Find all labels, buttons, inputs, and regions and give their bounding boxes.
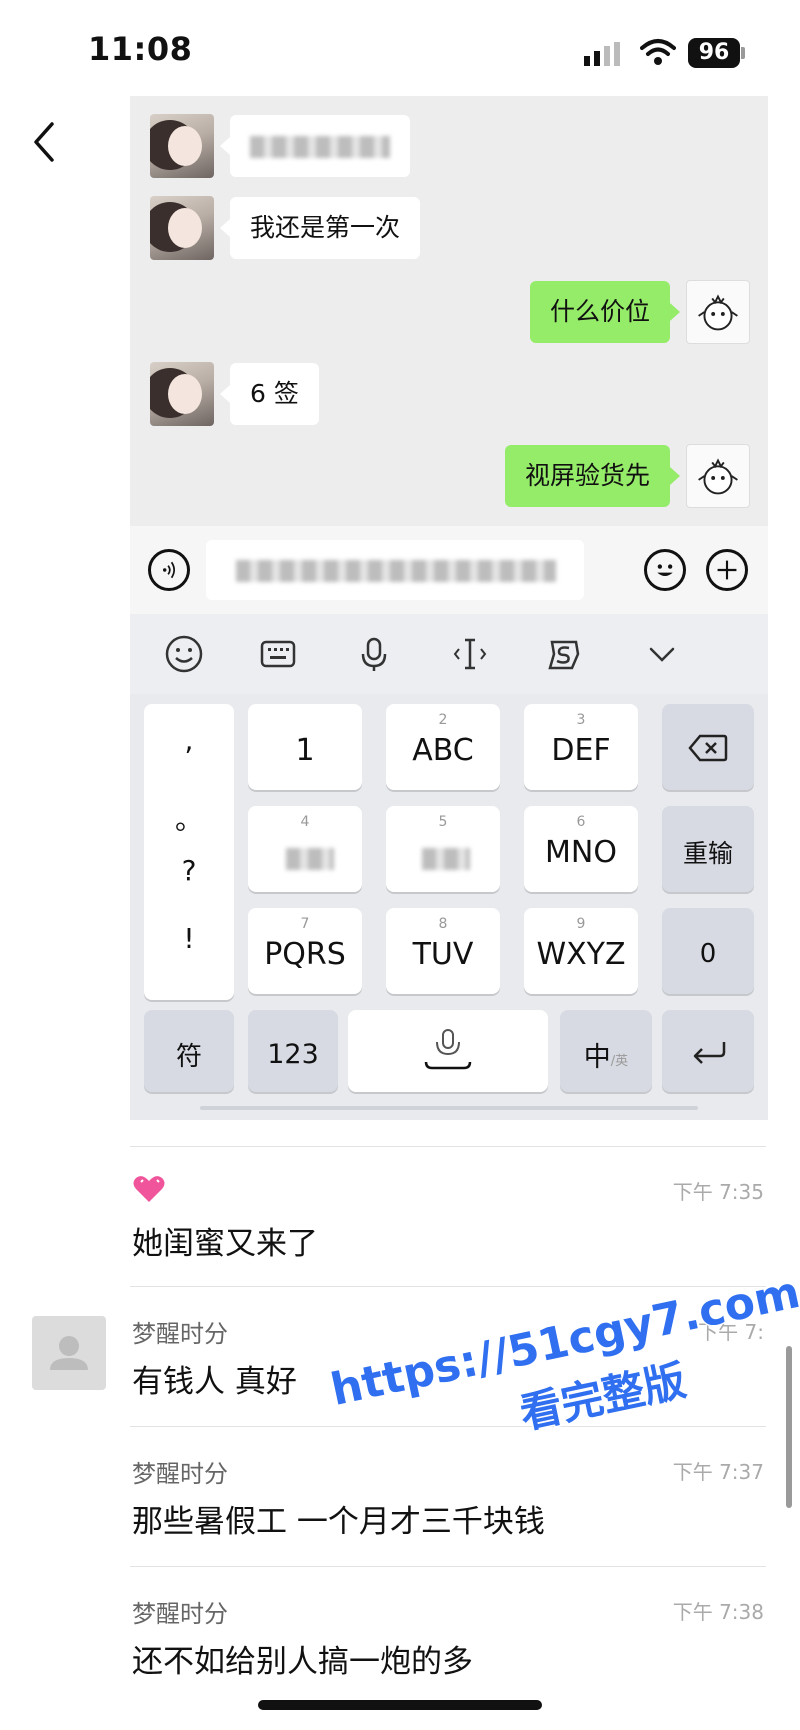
comment-username[interactable]: 梦醒时分 <box>132 1454 228 1489</box>
reenter-key[interactable]: 重输 <box>662 806 754 892</box>
sogou-icon[interactable] <box>544 634 584 674</box>
user-silhouette-icon <box>50 1336 88 1370</box>
signal-icon <box>584 42 620 66</box>
blurred-text <box>286 848 334 870</box>
chat-bubble: 我还是第一次 <box>219 197 421 259</box>
chat-bubble-blurred <box>220 115 410 177</box>
blurred-text <box>422 848 470 870</box>
back-icon[interactable] <box>26 118 62 166</box>
comment-time: 下午 7:37 <box>672 1460 764 1484</box>
keyboard-icon[interactable] <box>258 634 298 674</box>
chat-message-left <box>150 114 410 178</box>
key-8-tuv[interactable]: 8 TUV <box>386 908 500 994</box>
microphone-icon[interactable] <box>354 634 394 674</box>
key-3-def[interactable]: 3 DEF <box>524 704 638 790</box>
default-avatar[interactable] <box>32 1316 106 1390</box>
message-input[interactable] <box>206 540 584 600</box>
comment-text: 有钱人 真好 <box>132 1364 297 1400</box>
chat-bubble: 视屏验货先 <box>504 445 681 507</box>
comment-username[interactable]: 梦醒时分 <box>132 1314 228 1349</box>
emoji-icon[interactable] <box>644 549 686 591</box>
key-0[interactable]: 0 <box>662 908 754 994</box>
comment-divider <box>130 1146 766 1147</box>
space-key[interactable] <box>348 1010 548 1092</box>
chat-input-bar <box>130 526 768 614</box>
blurred-text <box>236 560 556 582</box>
key-4-ghi[interactable]: 4 <box>248 806 362 892</box>
status-time: 11:08 <box>88 30 193 68</box>
t9-keyboard: , 。 ? ! 1 2 ABC 3 DEF 4 5 6 MNO 重输 7 PQR… <box>130 694 768 1120</box>
watermark: https://51cgy7.com 看完整版 <box>300 1186 800 1476</box>
punct-comma[interactable]: , <box>144 724 234 757</box>
cursor-move-icon[interactable] <box>450 634 490 674</box>
microphone-icon <box>424 1029 472 1070</box>
punct-period[interactable]: 。 <box>144 798 234 838</box>
backspace-icon <box>688 734 728 762</box>
avatar <box>150 114 214 178</box>
numbers-key[interactable]: 123 <box>248 1010 338 1092</box>
status-bar: 11:08 96 <box>0 0 800 100</box>
cartoon-avatar-icon <box>686 444 750 508</box>
key-9-wxyz[interactable]: 9 WXYZ <box>524 908 638 994</box>
punct-question[interactable]: ? <box>144 854 234 887</box>
battery-tip <box>741 47 745 59</box>
punctuation-column[interactable]: , 。 ? ! <box>144 704 234 1000</box>
language-key[interactable]: 中 /英 <box>560 1010 652 1092</box>
comment-divider <box>130 1566 766 1567</box>
comment-text: 还不如给别人搞一炮的多 <box>132 1644 473 1680</box>
comment-time: 下午 7:38 <box>672 1600 764 1624</box>
chevron-down-icon[interactable] <box>642 634 682 674</box>
chat-message-left: 6 签 <box>150 362 319 426</box>
sparkling-heart-icon <box>133 1176 165 1202</box>
backspace-key[interactable] <box>662 704 754 790</box>
chat-screenshot: 我还是第一次 什么价位 6 签 视屏验货先 , 。 ? ! 1 2 ABC 3 … <box>130 96 768 1120</box>
chat-bubble: 6 签 <box>220 363 319 425</box>
plus-icon[interactable] <box>706 549 748 591</box>
symbols-key[interactable]: 符 <box>144 1010 234 1092</box>
comment-text: 她闺蜜又来了 <box>132 1226 318 1262</box>
blurred-text <box>250 136 390 158</box>
voice-icon[interactable] <box>148 549 190 591</box>
keyboard-bottom-rule <box>200 1106 698 1110</box>
chat-bubble: 什么价位 <box>529 281 681 343</box>
avatar <box>150 362 214 426</box>
chat-message-left: 我还是第一次 <box>150 196 421 260</box>
home-indicator[interactable] <box>258 1700 542 1710</box>
enter-key[interactable] <box>662 1010 754 1092</box>
key-7-pqrs[interactable]: 7 PQRS <box>248 908 362 994</box>
return-icon <box>693 1042 726 1064</box>
wifi-icon <box>640 39 676 65</box>
language-sub: /英 <box>610 1053 629 1069</box>
smiley-icon[interactable] <box>164 634 204 674</box>
scrollbar[interactable] <box>786 1346 792 1508</box>
chat-message-right: 视屏验货先 <box>504 444 750 508</box>
language-main: 中 <box>583 1041 611 1073</box>
key-6-mno[interactable]: 6 MNO <box>524 806 638 892</box>
comment-text: 那些暑假工 一个月才三千块钱 <box>132 1504 545 1540</box>
comment-username[interactable]: 梦醒时分 <box>132 1594 228 1629</box>
keyboard-toolbar <box>130 614 768 694</box>
key-2-abc[interactable]: 2 ABC <box>386 704 500 790</box>
chat-message-right: 什么价位 <box>529 280 750 344</box>
key-5-jkl[interactable]: 5 <box>386 806 500 892</box>
punct-exclamation[interactable]: ! <box>144 922 234 955</box>
cartoon-avatar-icon <box>686 280 750 344</box>
key-1[interactable]: 1 <box>248 704 362 790</box>
battery-level: 96 <box>688 38 740 68</box>
avatar <box>150 196 214 260</box>
